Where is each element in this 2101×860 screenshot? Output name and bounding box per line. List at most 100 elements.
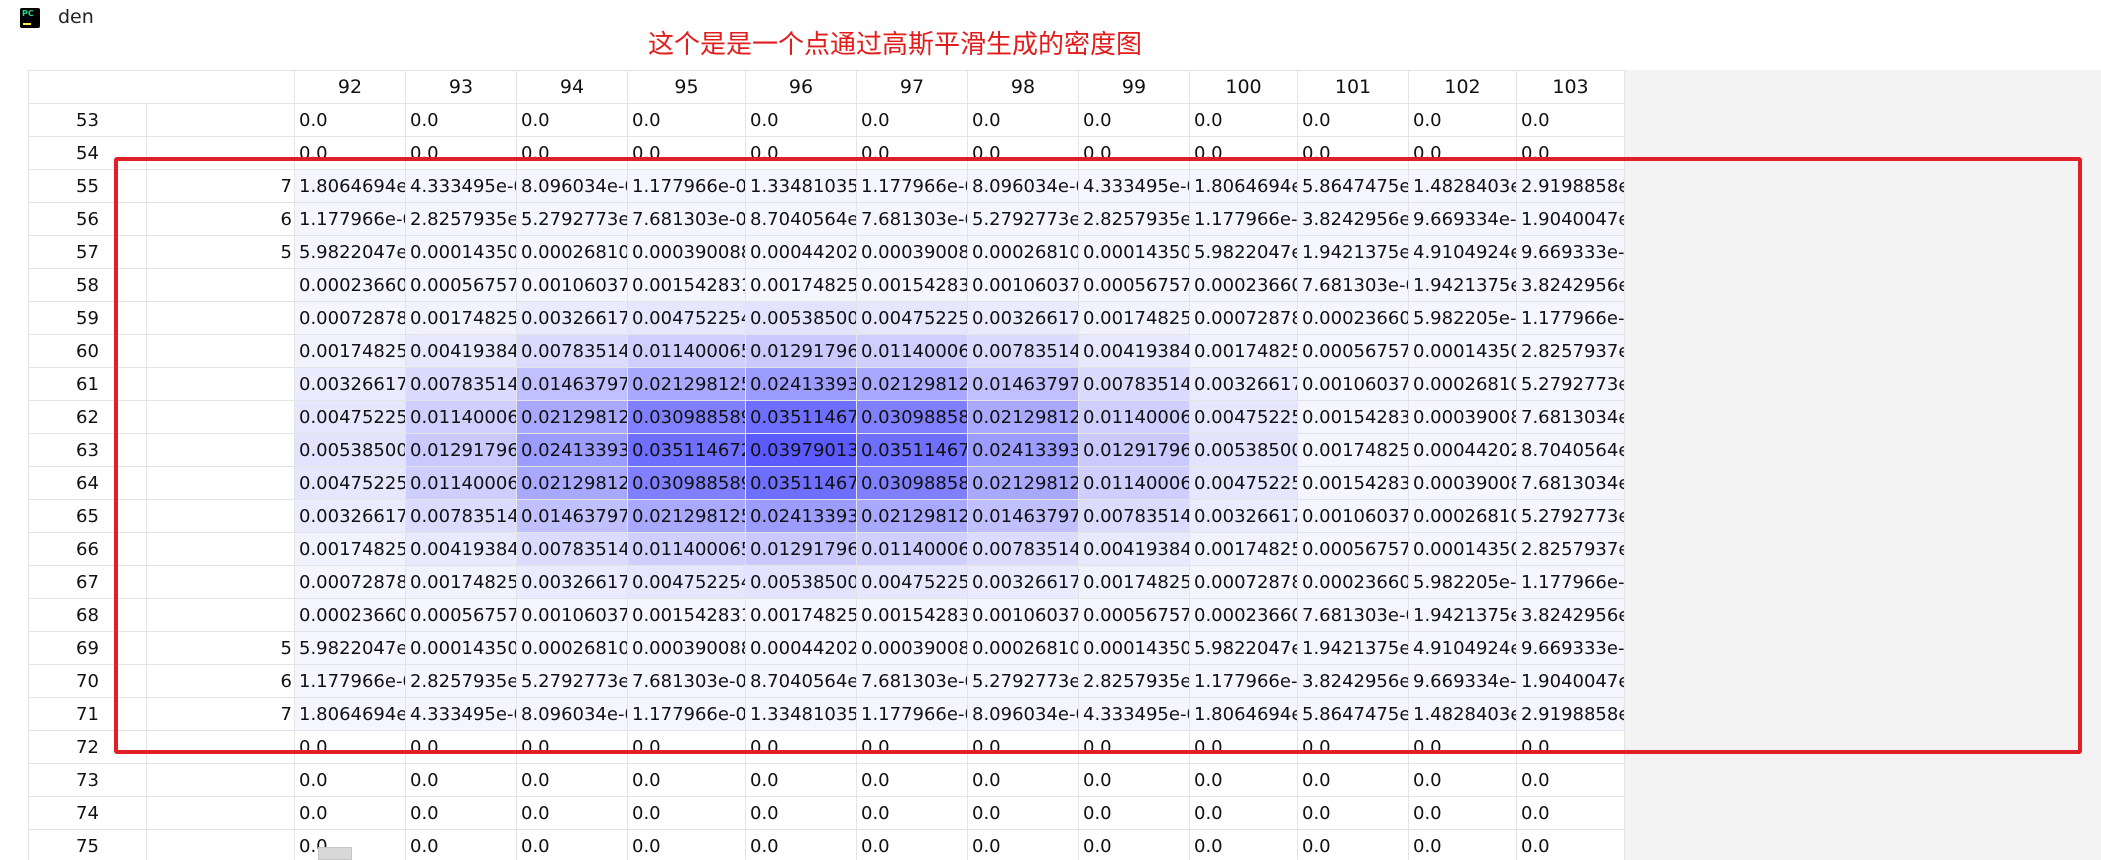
table-cell[interactable]: 0.0 xyxy=(745,730,857,764)
table-cell[interactable]: 1.8064694e-06 xyxy=(1189,697,1298,731)
table-cell[interactable]: 0.0 xyxy=(745,796,857,830)
clipped-cell[interactable] xyxy=(146,796,295,830)
table-cell[interactable]: 0.0 xyxy=(405,103,517,137)
clipped-cell[interactable] xyxy=(146,598,295,632)
clipped-cell[interactable] xyxy=(146,499,295,533)
table-cell[interactable]: 9.669333e-07 xyxy=(1516,631,1625,665)
table-cell[interactable]: 0.007835142 xyxy=(516,532,628,566)
table-cell[interactable]: 4.9104924e-06 xyxy=(1408,235,1517,269)
table-cell[interactable]: 0.00026810382 xyxy=(516,631,628,665)
table-cell[interactable]: 8.096034e-06 xyxy=(967,697,1079,731)
table-cell[interactable]: 0.0 xyxy=(856,763,968,797)
table-cell[interactable]: 1.33481035e-05 xyxy=(745,697,857,731)
row-index[interactable]: 75 xyxy=(28,829,147,860)
horizontal-scrollbar[interactable] xyxy=(318,847,352,860)
row-index[interactable]: 72 xyxy=(28,730,147,764)
table-cell[interactable]: 0.0 xyxy=(1078,796,1190,830)
table-cell[interactable]: 0.0 xyxy=(1189,136,1298,170)
table-cell[interactable]: 0.014637972 xyxy=(516,499,628,533)
table-cell[interactable]: 0.0010603712 xyxy=(967,598,1079,632)
table-cell[interactable]: 0.00039008877 xyxy=(1408,400,1517,434)
table-cell[interactable]: 5.9822047e-05 xyxy=(1189,631,1298,665)
table-cell[interactable]: 3.8242956e-06 xyxy=(1297,664,1409,698)
row-index[interactable]: 68 xyxy=(28,598,147,632)
table-cell[interactable]: 0.00044202848 xyxy=(1408,433,1517,467)
row-index[interactable]: 70 xyxy=(28,664,147,698)
table-cell[interactable]: 5.2792773e-05 xyxy=(1516,367,1625,401)
table-cell[interactable]: 0.005385009 xyxy=(1189,433,1298,467)
clipped-cell[interactable]: 5 xyxy=(146,631,295,665)
table-cell[interactable]: 0.0 xyxy=(627,796,746,830)
table-cell[interactable]: 0.0032661732 xyxy=(967,301,1079,335)
table-cell[interactable]: 0.00014350565 xyxy=(1408,532,1517,566)
table-cell[interactable]: 0.0 xyxy=(294,103,406,137)
table-cell[interactable]: 0.00072878174 xyxy=(1189,301,1298,335)
table-cell[interactable]: 0.0002366008 xyxy=(1297,301,1409,335)
table-cell[interactable]: 0.012917967 xyxy=(745,334,857,368)
table-cell[interactable]: 0.0 xyxy=(856,730,968,764)
clipped-cell[interactable] xyxy=(146,829,295,860)
table-cell[interactable]: 5.2792773e-05 xyxy=(1516,499,1625,533)
table-cell[interactable]: 1.177966e-05 xyxy=(1189,664,1298,698)
table-cell[interactable]: 0.0 xyxy=(1078,829,1190,860)
table-cell[interactable]: 0.0 xyxy=(1408,796,1517,830)
table-cell[interactable]: 1.9040047e-07 xyxy=(1516,202,1625,236)
table-cell[interactable]: 1.177966e-05 xyxy=(1516,301,1625,335)
row-index[interactable]: 55 xyxy=(28,169,147,203)
table-cell[interactable]: 0.0017482565 xyxy=(1297,433,1409,467)
table-cell[interactable]: 2.9198858e-08 xyxy=(1516,169,1625,203)
table-cell[interactable]: 0.0 xyxy=(405,730,517,764)
table-cell[interactable]: 0.021298125 xyxy=(856,499,968,533)
table-cell[interactable]: 0.0 xyxy=(1408,763,1517,797)
table-cell[interactable]: 0.035114672 xyxy=(627,433,746,467)
table-cell[interactable]: 0.0 xyxy=(1408,730,1517,764)
table-cell[interactable]: 0.007835142 xyxy=(967,334,1079,368)
table-cell[interactable]: 0.001542831 xyxy=(1297,400,1409,434)
table-cell[interactable]: 1.9421375e-05 xyxy=(1408,598,1517,632)
table-cell[interactable]: 0.004752254 xyxy=(1189,400,1298,434)
row-index[interactable]: 60 xyxy=(28,334,147,368)
table-cell[interactable]: 9.669334e-07 xyxy=(1408,202,1517,236)
clipped-cell[interactable] xyxy=(146,466,295,500)
table-cell[interactable]: 0.0 xyxy=(627,829,746,860)
table-cell[interactable]: 0.024133937 xyxy=(745,367,857,401)
table-cell[interactable]: 0.030988589 xyxy=(627,400,746,434)
table-cell[interactable]: 0.035114672 xyxy=(745,400,857,434)
table-cell[interactable]: 0.00014350563 xyxy=(1078,631,1190,665)
table-cell[interactable]: 0.012917966 xyxy=(405,433,517,467)
clipped-cell[interactable]: 7 xyxy=(146,169,295,203)
table-cell[interactable]: 0.0 xyxy=(627,730,746,764)
table-cell[interactable]: 8.096034e-06 xyxy=(516,169,628,203)
table-cell[interactable]: 0.0041938494 xyxy=(405,334,517,368)
table-cell[interactable]: 0.0032661732 xyxy=(1189,367,1298,401)
table-cell[interactable]: 9.669333e-07 xyxy=(1516,235,1625,269)
table-cell[interactable]: 0.0017482566 xyxy=(405,301,517,335)
column-header[interactable]: 97 xyxy=(856,70,968,104)
column-header[interactable]: 101 xyxy=(1297,70,1409,104)
table-cell[interactable]: 0.014637972 xyxy=(967,499,1079,533)
table-cell[interactable]: 2.8257935e-05 xyxy=(1078,202,1190,236)
row-index[interactable]: 63 xyxy=(28,433,147,467)
table-cell[interactable]: 0.021298125 xyxy=(627,499,746,533)
table-cell[interactable]: 0.0002366008 xyxy=(1297,565,1409,599)
table-cell[interactable]: 0.00044202845 xyxy=(745,631,857,665)
table-cell[interactable]: 0.00044202845 xyxy=(745,235,857,269)
table-cell[interactable]: 0.0 xyxy=(405,136,517,170)
row-index[interactable]: 74 xyxy=(28,796,147,830)
table-cell[interactable]: 0.0 xyxy=(967,763,1079,797)
table-cell[interactable]: 0.0 xyxy=(627,136,746,170)
table-cell[interactable]: 0.021298125 xyxy=(516,400,628,434)
table-cell[interactable]: 0.0010603712 xyxy=(1297,367,1409,401)
clipped-cell[interactable] xyxy=(146,565,295,599)
row-index[interactable]: 64 xyxy=(28,466,147,500)
table-cell[interactable]: 2.8257935e-05 xyxy=(405,664,517,698)
table-cell[interactable]: 1.177966e-05 xyxy=(856,697,968,731)
table-cell[interactable]: 8.7040564e-05 xyxy=(745,202,857,236)
table-cell[interactable]: 0.0 xyxy=(1189,829,1298,860)
table-cell[interactable]: 5.9822047e-05 xyxy=(294,235,406,269)
table-cell[interactable]: 0.011400064 xyxy=(1078,400,1190,434)
table-cell[interactable]: 0.0 xyxy=(1189,730,1298,764)
table-cell[interactable]: 0.0010603712 xyxy=(1297,499,1409,533)
row-index[interactable]: 62 xyxy=(28,400,147,434)
table-cell[interactable]: 0.021298125 xyxy=(967,400,1079,434)
